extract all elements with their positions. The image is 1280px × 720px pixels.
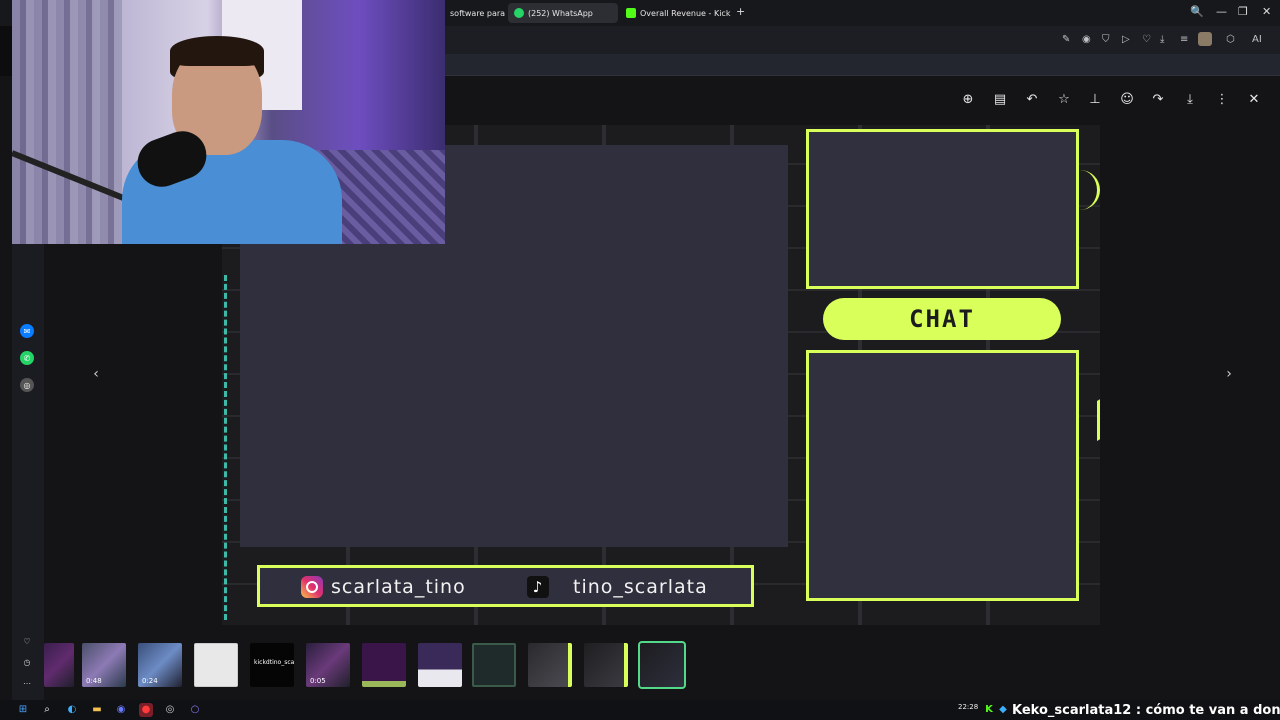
messenger-icon[interactable]: ✉	[20, 324, 34, 338]
tiktok-handle: ♪ tino_scarlata	[527, 576, 708, 598]
next-arrow[interactable]: ›	[1221, 366, 1237, 382]
ai-button[interactable]: AI	[1252, 34, 1262, 45]
obs-icon[interactable]: ●	[139, 703, 153, 717]
download-icon[interactable]: ⤓	[1181, 91, 1199, 109]
taskbar: ⊞ ⌕ ◐ ▬ ◉ ● ◎ ○ 22:28 K ◆ Keko_scarlata1…	[0, 700, 1280, 720]
search-icon[interactable]: ⌕	[40, 703, 54, 717]
instagram-handle: scarlata_tino	[301, 576, 466, 598]
zoom-in-icon[interactable]: ⊕	[959, 91, 977, 109]
browser-toolbar: ✎ ◉ ⛉ ▷ ♡ ⤓ ≡ ⬡ AI	[444, 26, 1280, 54]
tab-label: Overall Revenue - Kick Da	[640, 8, 732, 18]
heart-icon[interactable]: ♡	[1142, 34, 1151, 45]
edit-icon[interactable]: ✎	[1062, 34, 1070, 45]
prev-arrow[interactable]: ‹	[88, 366, 104, 382]
thumbnail[interactable]	[418, 643, 462, 687]
instagram-text: scarlata_tino	[331, 576, 466, 598]
tiktok-text: tino_scarlata	[573, 576, 708, 598]
more-icon[interactable]: ⋯	[20, 676, 34, 690]
tab-label: software para po	[450, 8, 506, 18]
emoji-icon[interactable]: ☺	[1118, 91, 1136, 109]
neon-chain-decoration	[224, 275, 242, 620]
whatsapp-icon[interactable]: ✆	[20, 351, 34, 365]
chat-label: CHAT	[823, 298, 1061, 340]
share-icon[interactable]: ↷	[1149, 91, 1167, 109]
folder-icon[interactable]: ▬	[90, 703, 104, 717]
close-icon[interactable]: ✕	[1245, 91, 1263, 109]
undo-icon[interactable]: ↶	[1023, 91, 1041, 109]
tab-label: (252) WhatsApp	[528, 8, 593, 18]
avatar[interactable]	[1198, 32, 1212, 46]
tab-whatsapp[interactable]: (252) WhatsApp	[508, 3, 618, 23]
cube-icon: ◆	[999, 704, 1007, 715]
discord-icon[interactable]: ◉	[114, 703, 128, 717]
start-icon[interactable]: ⊞	[16, 703, 30, 717]
play-icon[interactable]: ▷	[1122, 34, 1130, 45]
tiktok-icon: ♪	[527, 576, 549, 598]
new-tab-button[interactable]: +	[736, 5, 745, 18]
chat-ticker: Keko_scarlata12 : cómo te van a donar as…	[1012, 702, 1280, 718]
thumbnail[interactable]: 0:05	[306, 643, 350, 687]
whatsapp-icon	[514, 8, 524, 18]
thumbnail[interactable]	[528, 643, 572, 687]
extension-icon[interactable]: ⬡	[1226, 34, 1235, 45]
heart-icon[interactable]: ♡	[20, 634, 34, 648]
clock: 22:28	[958, 703, 979, 711]
circle-app-icon[interactable]: ◎	[20, 378, 34, 392]
gallery-icon[interactable]: ▤	[991, 91, 1009, 109]
thumbnail[interactable]	[44, 643, 74, 687]
obs-studio-icon[interactable]: ◎	[163, 703, 177, 717]
history-icon[interactable]: ◷	[20, 655, 34, 669]
search-icon[interactable]: 🔍	[1190, 5, 1204, 18]
more-icon[interactable]: ⋮	[1213, 91, 1231, 109]
social-bar: scarlata_tino ♪ tino_scarlata	[257, 565, 754, 607]
thumbnail[interactable]	[362, 643, 406, 687]
pin-icon[interactable]: ⊥	[1086, 91, 1104, 109]
kick-icon: K	[985, 704, 993, 715]
thumbnail[interactable]: 0:48	[82, 643, 126, 687]
screen: software para po (252) WhatsApp Overall …	[0, 0, 1280, 720]
kick-icon	[626, 8, 636, 18]
thumbnail[interactable]	[194, 643, 238, 687]
thumbnail[interactable]: kickdtino_scarl	[250, 643, 294, 687]
tab-kick[interactable]: Overall Revenue - Kick Da	[620, 3, 732, 23]
thumbnail[interactable]	[472, 643, 516, 687]
thumbnail[interactable]	[584, 643, 628, 687]
address-bar[interactable]	[444, 54, 1280, 76]
tab-software[interactable]: software para po	[444, 3, 506, 23]
instagram-icon	[301, 576, 323, 598]
thumbnail[interactable]: 0:24	[138, 643, 182, 687]
edge-icon[interactable]: ◐	[65, 703, 79, 717]
top-panel	[806, 129, 1079, 289]
left-dock	[12, 244, 44, 700]
thumbnail-selected[interactable]	[638, 641, 686, 689]
maximize-icon[interactable]: ❐	[1238, 5, 1248, 18]
camera-icon[interactable]: ◉	[1082, 34, 1091, 45]
minimize-icon[interactable]: —	[1216, 5, 1227, 18]
menu-icon[interactable]: ≡	[1180, 34, 1188, 45]
star-icon[interactable]: ☆	[1055, 91, 1073, 109]
close-window-icon[interactable]: ✕	[1262, 5, 1271, 18]
webcam-feed	[12, 0, 445, 244]
download-icon[interactable]: ⤓	[1160, 34, 1164, 45]
app-icon[interactable]: ○	[188, 703, 202, 717]
filmstrip: 0:48 0:24 kickdtino_scarl 0:05	[44, 636, 1280, 700]
chat-panel	[806, 350, 1079, 601]
shield-icon[interactable]: ⛉	[1102, 34, 1110, 45]
